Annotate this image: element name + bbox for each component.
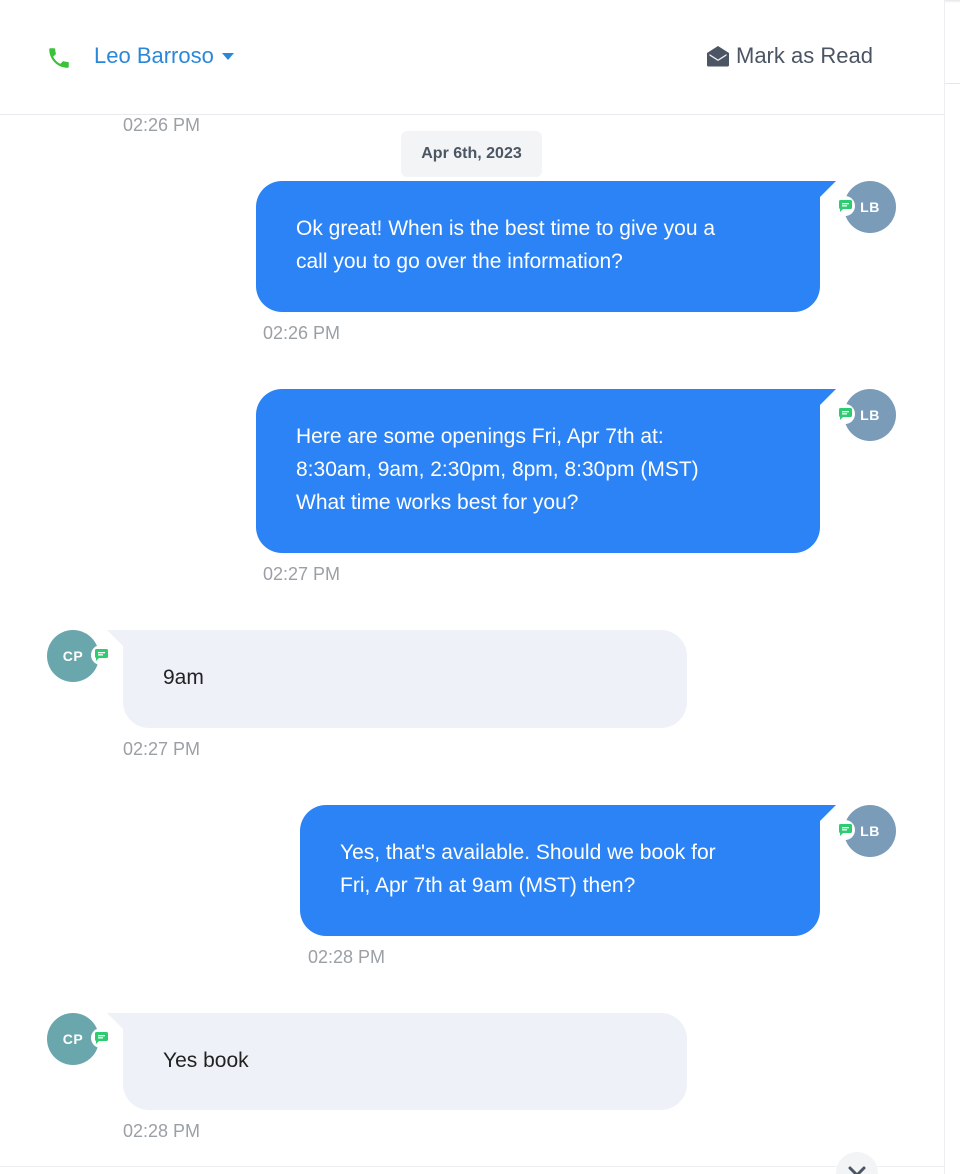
avatar-initials: CP [62,1031,84,1047]
message-timestamp: 02:27 PM [263,564,341,584]
chevron-down-icon [848,1166,866,1174]
contact-name-dropdown[interactable]: Leo Barroso [94,43,234,69]
message-line: Yes book [163,1049,249,1072]
chat-bubble-icon [835,196,855,216]
panel-divider-stub [945,83,960,84]
message-timestamp: 02:26 PM [263,323,341,343]
chat-bubble-icon [835,820,855,840]
outgoing-message-bubble: Ok great! When is the best time to give … [256,181,836,312]
message-timestamp: 02:26 PM [123,115,201,135]
avatar-initials: LB [860,407,880,423]
avatar-initials: LB [860,823,880,839]
message-timestamp: 02:27 PM [123,739,201,759]
chat-bubble-icon [835,404,855,424]
conversation-header: Leo Barroso Mark as Read [0,0,944,115]
message-line: 8:30am, 9am, 2:30pm, 8pm, 8:30pm (MST) [296,458,699,481]
incoming-message-bubble: Yes book [107,1013,687,1110]
mark-as-read-label: Mark as Read [736,43,873,68]
message-line: Ok great! When is the best time to give … [296,217,716,240]
message-timestamp: 02:28 PM [308,947,386,967]
message-line: Fri, Apr 7th at 9am (MST) then? [340,874,636,897]
outgoing-message-bubble: Here are some openings Fri, Apr 7th at: … [256,389,836,553]
avatar-initials: LB [860,199,880,215]
message-line: Yes, that's available. Should we book fo… [340,841,716,864]
caret-down-icon [221,52,234,60]
phone-icon[interactable] [46,45,72,71]
composer-divider [0,1166,944,1167]
chat-bubble-icon [91,645,111,665]
date-separator: Apr 6th, 2023 [401,131,542,177]
message-timestamp: 02:28 PM [123,1121,201,1141]
message-line: 9am [163,666,204,689]
incoming-message-bubble: 9am [107,630,687,728]
panel-divider [944,0,945,1174]
message-line: What time works best for you? [296,491,579,514]
conversation-page: Leo Barroso Mark as Read 02:26 PM Apr 6t… [0,0,960,1174]
outgoing-message-bubble: Yes, that's available. Should we book fo… [300,805,836,936]
avatar-initials: CP [62,648,84,664]
chat-bubble-icon [91,1028,111,1048]
mark-as-read-button[interactable]: Mark as Read [706,43,873,69]
envelope-open-icon [707,46,729,67]
contact-name: Leo Barroso [94,43,214,68]
message-line: Here are some openings Fri, Apr 7th at: [296,425,664,448]
message-line: call you to go over the information? [296,250,623,273]
